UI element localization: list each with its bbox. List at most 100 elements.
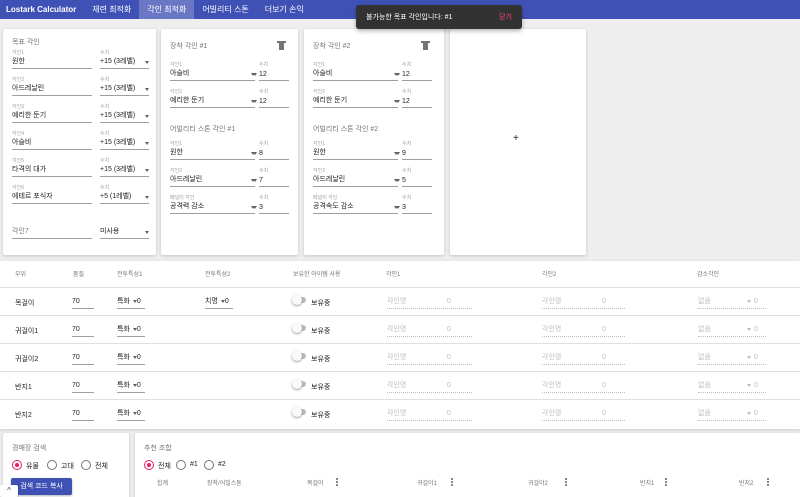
engraving1-input[interactable]: 각인명 0 (387, 405, 472, 421)
engraving-select[interactable]: 각인2 아드레날린 (313, 167, 398, 187)
engraving2-input[interactable]: 각인명 0 (542, 293, 625, 309)
radio-reco-1[interactable] (176, 460, 186, 470)
quality-input[interactable]: 70 (72, 293, 94, 309)
engraving-select[interactable]: 각인6 에테르 포식자 (12, 184, 92, 204)
stat1-select[interactable]: 특화 0 (117, 321, 145, 337)
engraving-select[interactable]: 각인1 아슬비 (313, 61, 398, 81)
stat1-select[interactable]: 특화 0 (117, 293, 145, 309)
value-select[interactable]: 수치 3 (253, 194, 289, 214)
level-select[interactable]: 수치 +15 (3레벨) (100, 157, 149, 177)
quality-input[interactable]: 70 (72, 349, 94, 365)
table-row: 반지1 70 특화 0 보유중 각인명 0 각인명 0 없음 0 (0, 371, 800, 399)
engraving2-input[interactable]: 각인명 0 (542, 349, 625, 365)
level-select[interactable]: 수치 +15 (3레벨) (100, 130, 149, 150)
value-select[interactable]: 수치 3 (396, 194, 432, 214)
value-select[interactable]: 수치 12 (396, 61, 432, 81)
dropdown-arrow-icon (145, 231, 149, 234)
stat1-select[interactable]: 특화 0 (117, 349, 145, 365)
engraving2-input[interactable]: 각인명 0 (542, 377, 625, 393)
negative-engraving-select[interactable]: 없음 0 (698, 349, 766, 365)
level-select[interactable]: 수치 +15 (3레벨) (100, 76, 149, 96)
stat2-select[interactable]: 치명 0 (205, 293, 233, 309)
field-value: 12 (259, 98, 267, 105)
radio-ancient[interactable] (47, 460, 57, 470)
engraving1-input[interactable]: 각인명 0 (387, 321, 472, 337)
owned-toggle[interactable] (292, 351, 306, 361)
column-menu-icon[interactable] (767, 478, 769, 486)
negative-engraving-select[interactable]: 없음 0 (698, 377, 766, 393)
engraving-select[interactable]: 각인1 원한 (313, 140, 398, 160)
toggle-knob (292, 407, 302, 417)
column-menu-icon[interactable] (565, 478, 567, 486)
radio-reco-2[interactable] (204, 460, 214, 470)
owned-toggle[interactable] (292, 407, 306, 417)
engraving-select[interactable]: 페널티 각인 공격력 감소 (170, 194, 255, 214)
field-label: 수치 (259, 168, 269, 174)
placeholder: 각인명 (542, 410, 562, 417)
expand-up-icon[interactable]: ^ (0, 485, 18, 497)
column-menu-icon[interactable] (336, 478, 338, 486)
value-select[interactable]: 수치 8 (253, 140, 289, 160)
copy-search-code-button[interactable]: 검색 코드 복사 (11, 478, 72, 495)
quality-input[interactable]: 70 (72, 377, 94, 393)
engraving-select[interactable]: 각인2 아드레날린 (170, 167, 255, 187)
owned-toggle[interactable] (292, 379, 306, 389)
column-menu-icon[interactable] (665, 478, 667, 486)
quality-input[interactable]: 70 (72, 321, 94, 337)
engraving1-input[interactable]: 각인명 0 (387, 293, 472, 309)
engraving2-input[interactable]: 각인명 0 (542, 405, 625, 421)
engraving1-input[interactable]: 각인명 0 (387, 349, 472, 365)
nav-tab-engraving[interactable]: 각인 최적화 (139, 0, 195, 19)
engraving-select[interactable]: 각인4 아슬비 (12, 130, 92, 150)
nav-tab-profit[interactable]: 더보기 손익 (257, 0, 312, 19)
engraving-select[interactable]: 각인1 아슬비 (170, 61, 255, 81)
engraving-select[interactable]: 각인3 예리한 둔기 (12, 103, 92, 123)
level-select[interactable]: 수치 +15 (3레벨) (100, 103, 149, 123)
add-icon[interactable]: + (513, 133, 519, 144)
engraving-select[interactable]: 각인2 예리한 둔기 (313, 88, 398, 108)
engraving-select[interactable]: 각인5 타격의 대가 (12, 157, 92, 177)
stat1-name: 특화 (117, 410, 130, 417)
field-label: 수치 (100, 50, 110, 56)
field-value: +15 (3레벨) (100, 58, 136, 65)
app-brand[interactable]: Lostark Calculator (0, 5, 84, 14)
trash-icon[interactable] (277, 41, 286, 50)
engraving-select[interactable]: 각인1 원한 (170, 140, 255, 160)
dropdown-arrow-icon (145, 196, 149, 199)
value-select[interactable]: 수치 12 (253, 88, 289, 108)
column-menu-icon[interactable] (451, 478, 453, 486)
engraving1-input[interactable]: 각인명 0 (387, 377, 472, 393)
radio-relic[interactable] (12, 460, 22, 470)
value-select[interactable]: 수치 9 (396, 140, 432, 160)
quality-input[interactable]: 70 (72, 405, 94, 421)
field-label: 각인6 (12, 185, 24, 191)
level-select[interactable]: 수치 +15 (3레벨) (100, 49, 149, 69)
reco-col-header: 반지1 (640, 481, 655, 487)
nav-tab-refine[interactable]: 재련 최적화 (84, 0, 139, 19)
engraving-select[interactable]: 각인7 (12, 219, 92, 239)
radio-reco-all[interactable] (144, 460, 154, 470)
radio-all[interactable] (81, 460, 91, 470)
stat1-select[interactable]: 특화 0 (117, 377, 145, 393)
value-select[interactable]: 수치 5 (396, 167, 432, 187)
engraving-select[interactable]: 페널티 각인 공격속도 감소 (313, 194, 398, 214)
negative-engraving-select[interactable]: 없음 0 (698, 293, 766, 309)
stat1-select[interactable]: 특화 0 (117, 405, 145, 421)
add-equip-card[interactable]: + (450, 29, 586, 255)
engraving-select[interactable]: 각인2 예리한 둔기 (170, 88, 255, 108)
engraving-select[interactable]: 각인2 아드레날린 (12, 76, 92, 96)
owned-toggle[interactable] (292, 323, 306, 333)
engraving2-input[interactable]: 각인명 0 (542, 321, 625, 337)
engraving-select[interactable]: 각인1 원한 (12, 49, 92, 69)
snackbar-close-button[interactable]: 닫기 (499, 12, 512, 22)
owned-toggle[interactable] (292, 295, 306, 305)
nav-tab-ability-stone[interactable]: 어빌리티 스톤 (194, 0, 256, 19)
negative-engraving-select[interactable]: 없음 0 (698, 405, 766, 421)
value-select[interactable]: 수치 12 (253, 61, 289, 81)
level-select[interactable]: 수치 +5 (1레벨) (100, 184, 149, 204)
trash-icon[interactable] (421, 41, 430, 50)
level-select[interactable]: 미사용 (100, 219, 149, 239)
value-select[interactable]: 수치 12 (396, 88, 432, 108)
negative-engraving-select[interactable]: 없음 0 (698, 321, 766, 337)
value-select[interactable]: 수치 7 (253, 167, 289, 187)
